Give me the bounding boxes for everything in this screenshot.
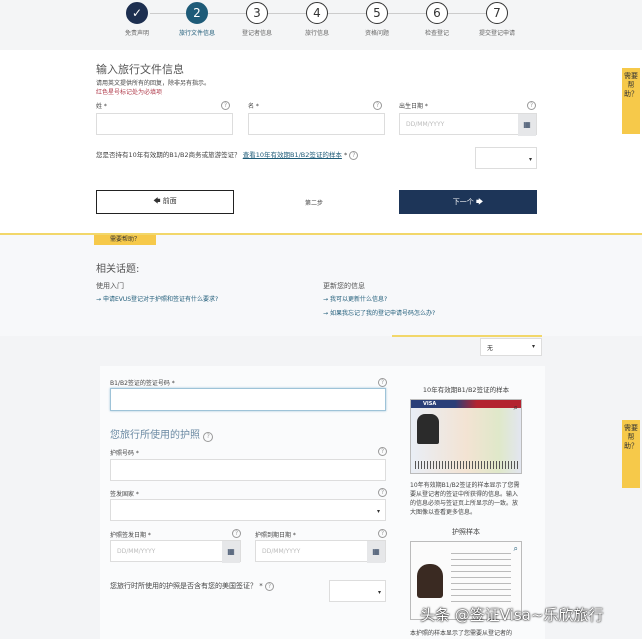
issue-date-input[interactable]: DD/MM/YYYY ▦ [110,540,241,563]
passport-visa-question-text: 您旅行时所使用的护照是否含有您的美国签证？ * [110,582,263,590]
given-name-input[interactable] [248,113,385,135]
check-icon: ✓ [126,2,148,24]
surname-input[interactable] [96,113,233,135]
step-label: 资格问题 [364,30,389,37]
visa-question: 您是否持有10年有效期的B1/B2商务或旅游签证？ 查看10年有效期B1/B2签… [96,149,359,160]
help-icon[interactable]: ? [378,378,387,387]
getting-started-title: 使用入门 [96,282,124,290]
help-icon[interactable]: ? [221,101,230,110]
passport-photo [417,564,443,598]
back-button[interactable]: 🡄 前面 [96,190,234,214]
side-help-tab[interactable]: 需要帮助？ [622,420,640,488]
step-label: 检查登记 [424,30,449,37]
help-icon[interactable]: ? [378,529,387,538]
help-link-text[interactable]: 申请EVUS登记对于护照和签证有什么要求? [103,296,218,303]
help-icon[interactable]: ? [232,529,241,538]
side-help-label: 需要帮助？ [624,424,638,450]
step-6[interactable]: 6 检查登记 [407,2,467,37]
zoom-icon[interactable]: ⌕ [514,544,518,554]
visa-sample-image[interactable]: VISA ⌕ [410,399,522,474]
visa-question-text: 您是否持有10年有效期的B1/B2商务或旅游签证？ [96,151,241,159]
visa-card-word: VISA [423,401,437,407]
visa-sample-description: 10年有效期B1/B2签证的样本显示了您需要从登记者的签证中所获得的信息。输入的… [410,482,520,516]
side-help-tab[interactable]: 需要帮助？ [622,68,640,134]
help-icon[interactable]: ? [378,488,387,497]
visa-number-input[interactable] [110,388,386,411]
instruction-text: 请用英文提供所有的回复，除非另有指示。 [96,80,211,87]
calendar-icon[interactable]: ▦ [222,541,240,563]
calendar-icon[interactable]: ▦ [518,114,536,136]
help-link[interactable]: → 我可以更新什么信息? [323,294,387,303]
step-indicator: 第二步 [305,200,324,207]
help-icon[interactable]: ? [203,432,214,442]
step-4[interactable]: 4 旅行信息 [287,2,347,37]
help-icon[interactable]: ? [264,582,274,591]
side-help-label: 需要帮助？ [624,72,638,98]
visa-number-label: B1/B2签证的签证号码 * [110,380,175,387]
next-button[interactable]: 下一个 🡆 [399,190,537,214]
passport-section-title: 您旅行所使用的护照 ? [110,426,214,442]
progress-steps: ✓ 免责声明 2 旅行文件信息 3 登记者信息 4 旅行信息 5 资格问题 6 检查登记 7 提交登记申请 [0,0,642,50]
zoom-icon[interactable]: ⌕ [514,403,518,413]
dob-label: 出生日期 * [399,103,428,110]
surname-label: 姓 * [96,103,107,110]
passport-visa-select[interactable]: ▾ [329,580,386,602]
help-link-text[interactable]: 如果我忘记了我的登记申请号码怎么办? [330,310,435,317]
required-note: 红色星号标记处为必填项 [96,89,163,96]
required-mark: * [343,151,348,159]
help-icon[interactable]: ? [373,101,382,110]
issue-date-label: 护照签发日期 * [110,532,151,539]
step-3[interactable]: 3 登记者信息 [227,2,287,37]
passport-number-input[interactable] [110,459,386,481]
step-label: 免责声明 [124,30,149,37]
calendar-icon[interactable]: ▦ [367,541,385,563]
step-label: 旅行信息 [304,30,329,37]
watermark: 头条 @签证Visa~乐欣旅行 [420,606,604,624]
passport-number-label: 护照号码 * [110,450,139,457]
step-number: 6 [426,2,448,24]
step-label: 登记者信息 [241,30,272,37]
top-select[interactable]: 无 ▾ [480,338,542,356]
dob-input[interactable]: DD/MM/YYYY ▦ [399,113,537,136]
visa-select[interactable]: ▾ [475,147,537,169]
visa-photo [417,414,439,444]
step-2[interactable]: 2 旅行文件信息 [167,2,227,37]
expiry-date-label: 护照到期日期 * [255,532,296,539]
visa-sample-title: 10年有效期B1/B2签证的样本 [422,386,510,394]
update-info-title: 更新您的信息 [323,282,365,290]
expiry-date-input[interactable]: DD/MM/YYYY ▦ [255,540,386,563]
step-label: 提交登记申请 [478,30,515,37]
step-number: 5 [366,2,388,24]
step-number: 2 [186,2,208,24]
help-link-text[interactable]: 我可以更新什么信息? [330,296,387,303]
step-5[interactable]: 5 资格问题 [347,2,407,37]
help-link[interactable]: → 申请EVUS登记对于护照和签证有什么要求? [96,294,218,303]
date-placeholder: DD/MM/YYYY [262,548,301,555]
step-label: 旅行文件信息 [178,30,215,37]
step-number: 3 [246,2,268,24]
related-topics-title: 相关话题: [96,264,140,275]
issuing-country-label: 签发国家 * [110,491,139,498]
passport-visa-question: 您旅行时所使用的护照是否含有您的美国签证？ * ? [110,581,274,591]
passport-section-text: 您旅行所使用的护照 [110,430,200,441]
date-placeholder: DD/MM/YYYY [117,548,156,555]
step-7[interactable]: 7 提交登记申请 [467,2,527,37]
step-1[interactable]: ✓ 免责声明 [107,2,167,37]
help-link[interactable]: → 如果我忘记了我的登记申请号码怎么办? [323,308,435,317]
help-icon[interactable]: ? [527,101,536,110]
dob-placeholder: DD/MM/YYYY [406,121,445,128]
step-number: 7 [486,2,508,24]
issuing-country-select[interactable]: ▾ [110,499,386,521]
divider [392,335,542,337]
help-icon[interactable]: ? [349,151,359,160]
need-help-tab[interactable]: 需要帮助？ [94,235,156,245]
help-icon[interactable]: ? [378,447,387,456]
passport-sample-title: 护照样本 [452,528,480,536]
page-title: 输入旅行文件信息 [96,63,184,76]
visa-sample-link[interactable]: 查看10年有效期B1/B2签证的样本 [243,151,342,159]
top-select-value: 无 [487,345,494,352]
passport-sample-description: 本护照的样本显示了您需要从登记者的 [410,630,513,637]
given-name-label: 名 * [248,103,259,110]
step-number: 4 [306,2,328,24]
